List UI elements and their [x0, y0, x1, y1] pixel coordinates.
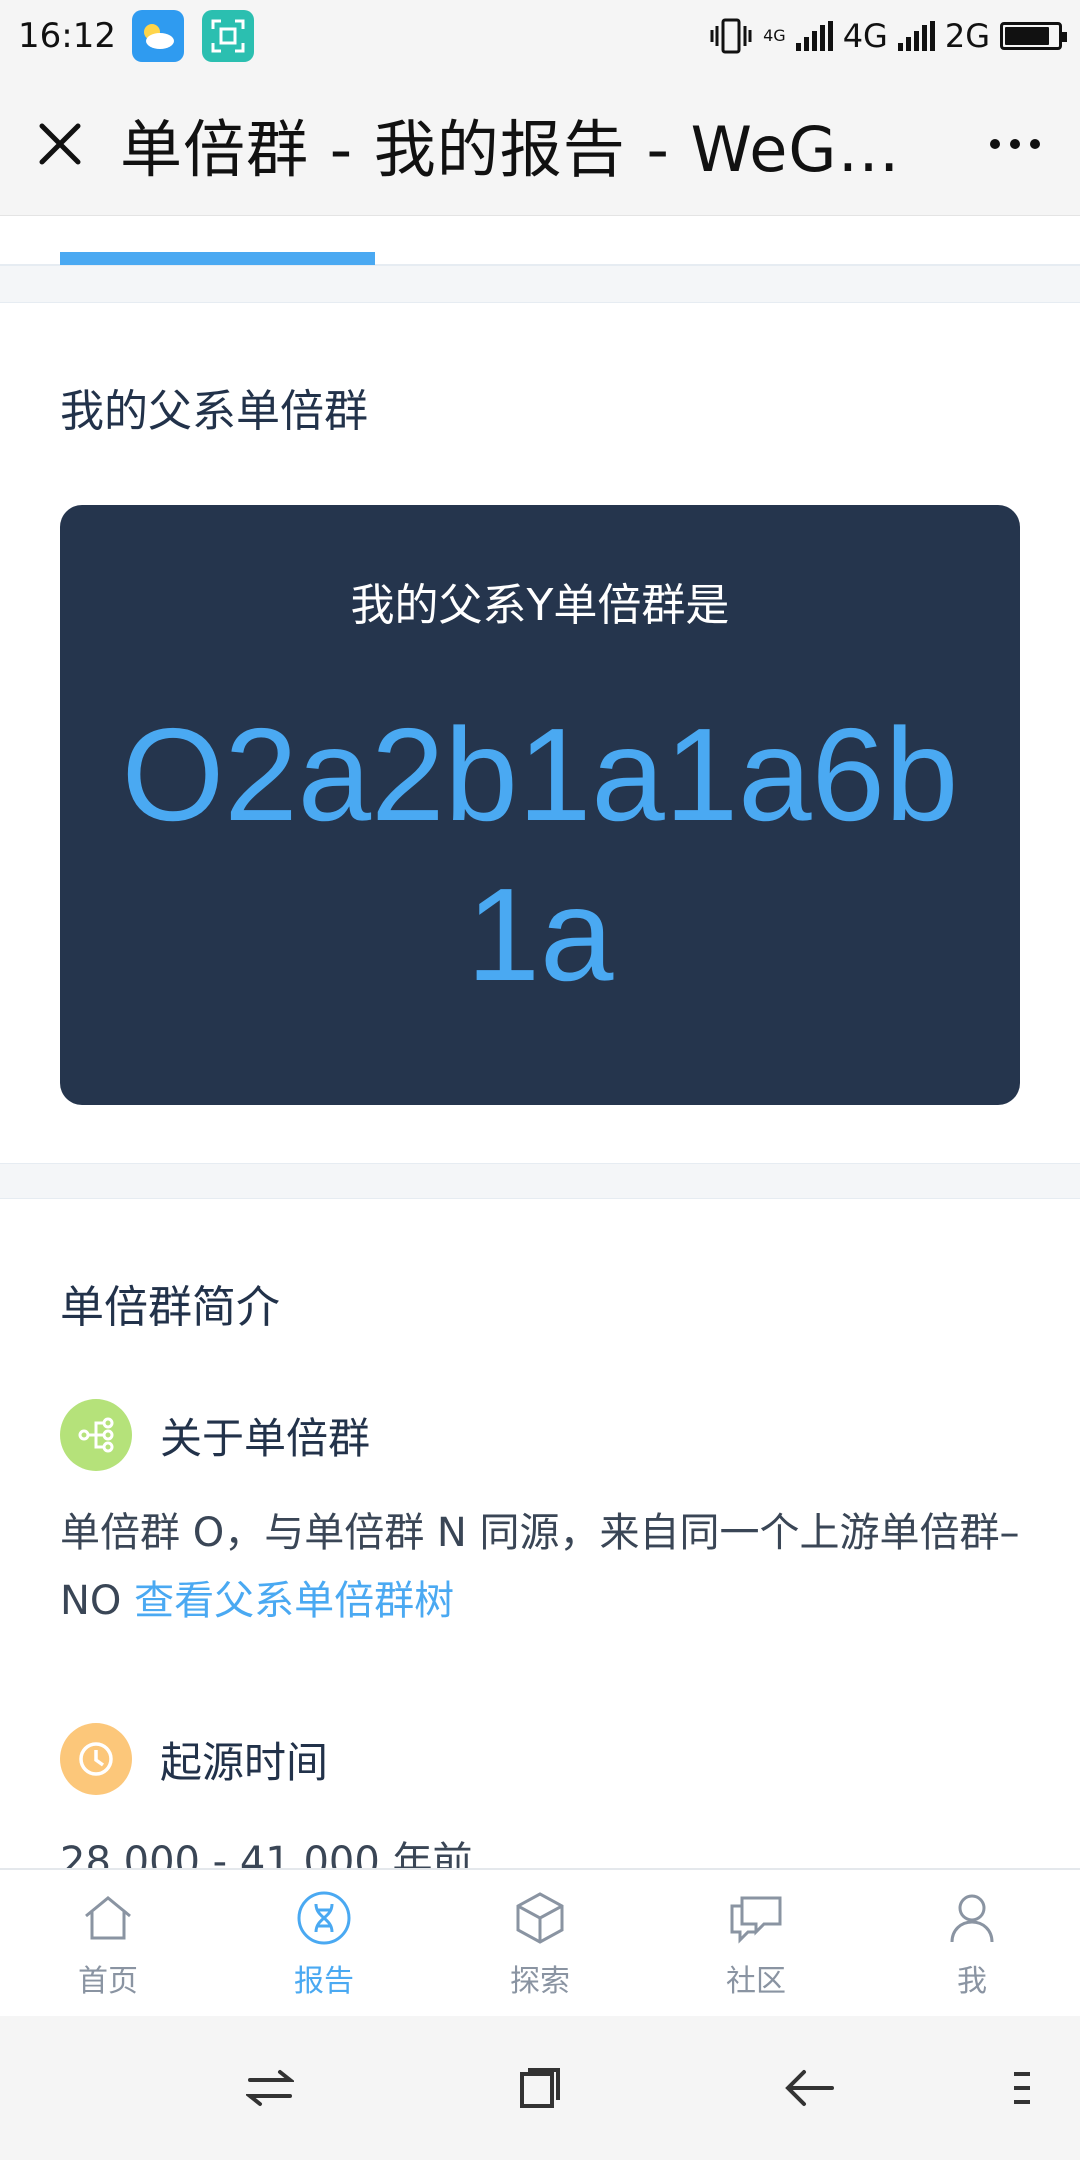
network-label-2: 2G	[944, 17, 990, 55]
home-icon	[85, 1896, 131, 1940]
haplogroup-box: 我的父系Y单倍群是 O2a2b1a1a6b1a	[60, 505, 1020, 1105]
close-button[interactable]	[0, 72, 120, 216]
close-icon	[39, 123, 81, 164]
nav-label: 首页	[78, 1964, 138, 1999]
home-system-button[interactable]	[508, 2056, 572, 2120]
menu-icon	[1014, 2072, 1030, 2104]
nav-item-me[interactable]: 我	[864, 1870, 1080, 2016]
origin-label: 起源时间	[160, 1737, 329, 1787]
dna-icon	[297, 1891, 351, 1945]
switch-apps-button[interactable]	[238, 2056, 302, 2120]
nav-label: 社区	[726, 1964, 786, 1999]
small-network-label: 4G	[763, 26, 786, 45]
more-button[interactable]	[950, 72, 1080, 216]
haplogroup-label: 我的父系Y单倍群是	[350, 580, 730, 631]
cube-icon	[516, 1892, 564, 1944]
signal-icon-2	[897, 21, 935, 51]
nav-label: 报告	[294, 1964, 354, 1999]
more-dot	[1010, 138, 1020, 149]
nav-item-home[interactable]: 首页	[0, 1870, 216, 2016]
status-time: 16:12	[18, 16, 116, 56]
nav-item-report[interactable]: 报告	[216, 1870, 432, 2016]
switch-icon	[246, 2070, 294, 2106]
menu-button[interactable]	[990, 2056, 1054, 2120]
nav-label: 探索	[510, 1964, 570, 1999]
more-dot	[990, 138, 1000, 149]
section-title: 我的父系单倍群	[60, 386, 368, 437]
nav-item-explore[interactable]: 探索	[432, 1870, 648, 2016]
about-label: 关于单倍群	[160, 1413, 371, 1463]
tab-indicator	[60, 252, 375, 265]
chat-icon	[730, 1896, 782, 1944]
nav-label: 我	[957, 1964, 987, 1999]
scan-app-icon	[201, 10, 254, 62]
about-description: 单倍群 O，与单倍群 N 同源，来自同一个上游单倍群–NO 查看父系单倍群树	[60, 1499, 1020, 1635]
back-button[interactable]	[778, 2056, 842, 2120]
signal-icon	[795, 21, 833, 51]
weather-app-icon	[131, 10, 184, 62]
origin-range: 28,000 - 41,000 年前	[60, 1839, 473, 1868]
person-icon	[950, 1894, 994, 1943]
haplogroup-value: O2a2b1a1a6b1a	[121, 701, 959, 1008]
about-item: 关于单倍群	[60, 1399, 370, 1471]
system-nav	[0, 2016, 1080, 2160]
tab-strip	[0, 216, 1080, 266]
section-title: 单倍群简介	[60, 1282, 280, 1333]
network-label-1: 4G	[842, 17, 888, 55]
tree-link[interactable]: 查看父系单倍群树	[134, 1578, 454, 1624]
haplogroup-intro-card: 单倍群简介 关于单倍群 单倍群 O，与单倍群 N 同源，来自同一个上游单倍群–N…	[0, 1198, 1080, 1868]
bottom-nav: 首页 报告 探索 社区 我	[0, 1868, 1080, 2016]
page-title: 单倍群 - 我的报告 - WeGe...	[120, 112, 939, 186]
branch-icon	[60, 1399, 132, 1471]
nav-item-community[interactable]: 社区	[648, 1870, 864, 2016]
title-bar: 单倍群 - 我的报告 - WeGe...	[0, 72, 1080, 216]
vibrate-icon	[710, 18, 752, 54]
more-dot	[1030, 138, 1040, 149]
status-indicators: 4G 4G 2G	[709, 16, 1067, 56]
square-icon	[520, 2068, 560, 2108]
clock-icon	[60, 1723, 132, 1795]
battery-icon	[1000, 22, 1067, 50]
origin-item: 起源时间	[60, 1723, 328, 1795]
status-bar: 16:12 4G 4G 2G	[0, 0, 1080, 72]
paternal-haplogroup-card: 我的父系单倍群 我的父系Y单倍群是 O2a2b1a1a6b1a	[0, 302, 1080, 1164]
back-icon	[785, 2070, 834, 2106]
